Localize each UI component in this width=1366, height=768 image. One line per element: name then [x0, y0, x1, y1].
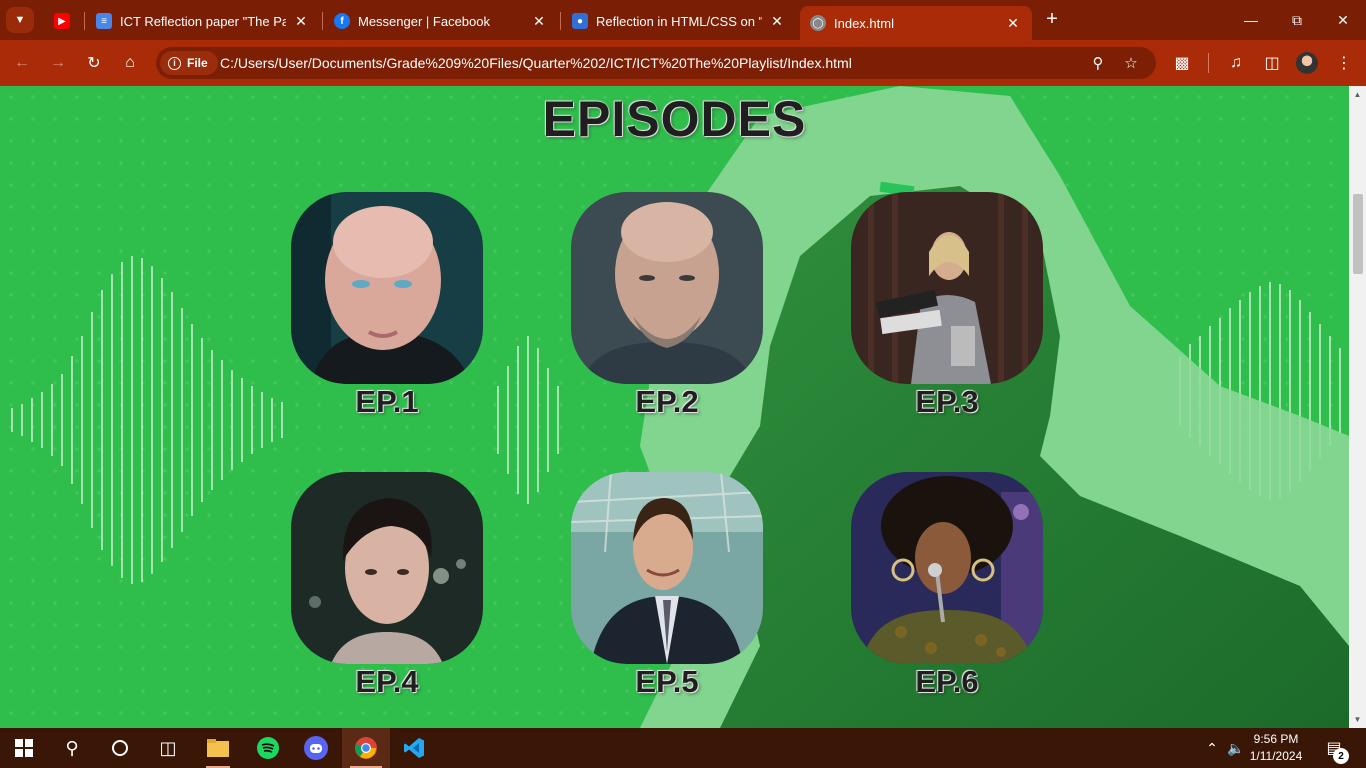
tab-title: Messenger | Facebook: [358, 13, 490, 29]
episode-3-portrait[interactable]: [851, 192, 1043, 384]
notifications-icon[interactable]: ▤: [1314, 728, 1354, 768]
media-controls-icon[interactable]: ♫: [1222, 49, 1250, 77]
episode-label: EP.2: [635, 384, 699, 419]
episode-card-2[interactable]: EP.2: [571, 192, 763, 420]
scheme-label: File: [187, 56, 208, 70]
bookmark-star-icon[interactable]: ☆: [1119, 51, 1143, 75]
episode-label: EP.6: [915, 664, 979, 699]
scroll-up-arrow[interactable]: ▲: [1349, 86, 1366, 103]
close-icon[interactable]: ✕: [530, 13, 548, 30]
tab-index-html[interactable]: ◯ Index.html ✕: [800, 6, 1032, 40]
site-info-chip[interactable]: i File: [160, 51, 218, 75]
search-icon[interactable]: ⚲: [48, 728, 96, 768]
restore-button[interactable]: ⧉: [1274, 0, 1320, 40]
page-scrollbar[interactable]: ▲ ▼: [1349, 86, 1366, 728]
system-clock[interactable]: 9:56 PM 1/11/2024: [1244, 731, 1308, 765]
episode-label: EP.5: [635, 664, 699, 699]
notification-count-badge: 2: [1333, 748, 1349, 764]
tab-reflection-html[interactable]: ● Reflection in HTML/CSS on "The ✕: [562, 6, 796, 36]
windows-taskbar: ⚲ ◫ ⌃ 🔈 9:56 PM 1/11/2024 ▤ 2: [0, 728, 1366, 768]
episode-2-portrait[interactable]: [571, 192, 763, 384]
episode-card-3[interactable]: EP.3: [851, 192, 1043, 420]
tab-divider: [84, 12, 85, 30]
episode-label: EP.3: [915, 384, 979, 419]
globe-icon: ◯: [810, 15, 826, 31]
episode-1-portrait[interactable]: [291, 192, 483, 384]
new-tab-button[interactable]: +: [1040, 8, 1064, 32]
close-icon[interactable]: ✕: [1004, 15, 1022, 32]
profile-avatar[interactable]: [1296, 52, 1318, 74]
extensions-icon[interactable]: ▩: [1168, 49, 1196, 77]
close-icon[interactable]: ✕: [292, 13, 310, 30]
episode-card-6[interactable]: EP.6: [851, 472, 1043, 700]
chrome-icon[interactable]: [342, 728, 390, 768]
page-title: EPISODES: [542, 91, 807, 147]
back-button[interactable]: ←: [8, 49, 36, 77]
tab-divider: [560, 12, 561, 30]
scroll-thumb[interactable]: [1353, 194, 1363, 274]
minimize-button[interactable]: —: [1228, 0, 1274, 40]
start-icon[interactable]: [0, 728, 48, 768]
episode-label: EP.1: [355, 384, 419, 419]
tab-title: Index.html: [834, 15, 894, 31]
episode-card-4[interactable]: EP.4: [291, 472, 483, 700]
tab-title: ICT Reflection paper "The Palylis: [120, 13, 286, 29]
episode-card-5[interactable]: EP.5: [571, 472, 763, 700]
tab-search-button[interactable]: ▼: [6, 7, 34, 33]
youtube-icon: ▶: [54, 13, 70, 29]
close-icon[interactable]: ✕: [768, 13, 786, 30]
forward-button[interactable]: →: [44, 49, 72, 77]
toolbar-divider: [1208, 53, 1209, 73]
tab-youtube[interactable]: ▶: [44, 6, 82, 36]
tab-strip: ▼ ▶ ≡ ICT Reflection paper "The Palylis …: [0, 0, 1366, 40]
menu-kebab-icon[interactable]: ⋮: [1330, 49, 1358, 77]
episode-label: EP.4: [355, 664, 419, 699]
chevron-down-icon: ▼: [14, 14, 26, 26]
task-view-icon[interactable]: ◫: [144, 728, 192, 768]
episode-4-portrait[interactable]: [291, 472, 483, 664]
scroll-down-arrow[interactable]: ▼: [1349, 711, 1366, 728]
info-icon: i: [168, 56, 181, 70]
discord-icon[interactable]: [292, 728, 340, 768]
page-viewport: EPISODES EP.1 EP.2 EP.3 EP.4 EP.5 EP.6: [0, 86, 1349, 728]
zoom-icon[interactable]: ⚲: [1086, 51, 1110, 75]
clock-time: 9:56 PM: [1253, 732, 1299, 746]
vscode-icon[interactable]: [390, 728, 438, 768]
tab-ict-reflection-paper[interactable]: ≡ ICT Reflection paper "The Palylis ✕: [86, 6, 320, 36]
classroom-icon: ●: [572, 13, 588, 29]
close-window-button[interactable]: ✕: [1320, 0, 1366, 40]
facebook-icon: f: [334, 13, 350, 29]
tab-title: Reflection in HTML/CSS on "The: [596, 13, 762, 29]
spotify-icon[interactable]: [244, 728, 292, 768]
reload-button[interactable]: ↻: [80, 49, 108, 77]
address-bar[interactable]: i File C:/Users/User/Documents/Grade%209…: [156, 47, 1156, 79]
chevron-up-icon[interactable]: ⌃: [1200, 728, 1224, 768]
episode-card-1[interactable]: EP.1: [291, 192, 483, 420]
home-button[interactable]: ⌂: [116, 49, 144, 77]
file-explorer-icon[interactable]: [194, 728, 242, 768]
url-text[interactable]: C:/Users/User/Documents/Grade%209%20File…: [220, 55, 852, 71]
tab-messenger[interactable]: f Messenger | Facebook ✕: [324, 6, 558, 36]
episode-6-portrait[interactable]: [851, 472, 1043, 664]
docs-icon: ≡: [96, 13, 112, 29]
side-panel-icon[interactable]: ◫: [1258, 49, 1286, 77]
episode-5-portrait[interactable]: [571, 472, 763, 664]
clock-date: 1/11/2024: [1249, 749, 1303, 763]
tab-divider: [322, 12, 323, 30]
browser-toolbar: ← → ↻ ⌂ i File C:/Users/User/Documents/G…: [0, 40, 1366, 86]
cortana-icon[interactable]: [96, 728, 144, 768]
